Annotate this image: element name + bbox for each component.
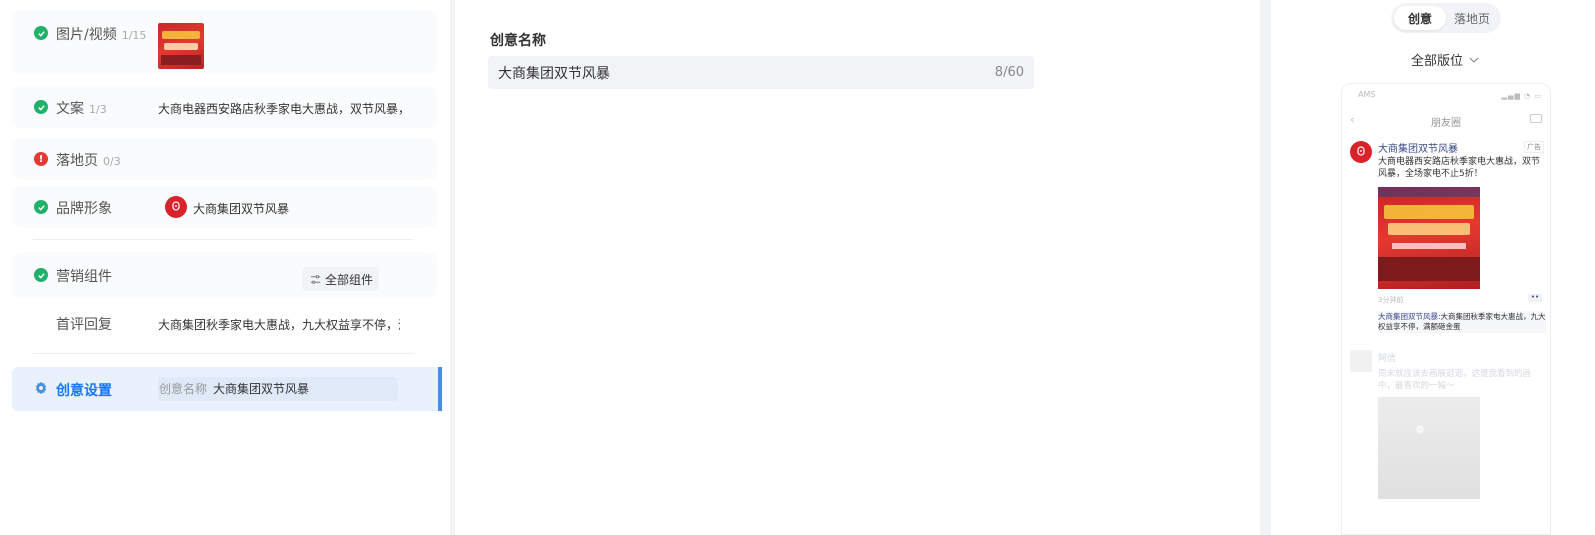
creative-name-summary: 创意名称 大商集团双节风暴 <box>158 377 398 401</box>
preview-tabs: 创意 落地页 <box>1391 3 1501 33</box>
media-thumbnail[interactable] <box>158 23 204 69</box>
gear-icon <box>35 381 47 395</box>
preview-panel: 创意 落地页 全部版位 AMS ▂▄▆ ◔ ▭ ‹ 朋友圈 大商集团双节风暴 广… <box>1271 0 1595 535</box>
friend-post-text: 周末就应该去画展逛逛，这是我看到的画中，最喜欢的一幅～ <box>1378 369 1532 391</box>
creative-name-input-value: 大商集团双节风暴 <box>498 65 610 82</box>
copy-label: 文案 1/3 <box>56 101 107 117</box>
creative-setting-row[interactable]: 创意设置 创意名称 大商集团双节风暴 <box>12 367 442 411</box>
preview-brand-name: 大商集团双节风暴 <box>1378 144 1458 155</box>
all-components-label: 全部组件 <box>325 272 374 287</box>
preview-nav-title: 朋友圈 <box>1431 118 1461 129</box>
friend-avatar <box>1350 350 1372 372</box>
status-carrier: AMS <box>1358 90 1376 99</box>
landing-label: 落地页 0/3 <box>56 153 121 169</box>
tab-creative[interactable]: 创意 <box>1394 6 1446 30</box>
warning-icon: ! <box>34 152 48 166</box>
tab-landing-page[interactable]: 落地页 <box>1446 6 1498 30</box>
creative-name-value: 大商集团双节风暴 <box>213 382 310 396</box>
brand-avatar <box>1350 141 1372 163</box>
creative-name-title: 创意名称 <box>490 33 546 49</box>
first-reply-row[interactable]: 首评回复 大商集团秋季家电大惠战，九大权益享不停，满 <box>12 302 437 344</box>
preview-ad-text: 大商电器西安路店秋季家电大惠战，双节风暴，全场家电不止5折！ <box>1378 157 1541 179</box>
preview-ad-image <box>1378 187 1480 289</box>
creative-name-key: 创意名称 <box>159 382 208 396</box>
brand-row[interactable]: 品牌形象 大商集团双节风暴 <box>12 186 437 228</box>
copy-value: 大商电器西安路店秋季家电大惠战，双节风暴， <box>158 102 411 116</box>
divider <box>33 239 413 240</box>
check-icon <box>34 200 48 214</box>
friend-post-image <box>1378 397 1480 499</box>
status-icons: ▂▄▆ ◔ ▭ <box>1501 92 1542 100</box>
first-reply-label: 首评回复 <box>56 317 112 333</box>
preview-time: 3分钟前 <box>1378 296 1404 304</box>
chevron-down-icon <box>1469 57 1479 63</box>
creative-components-panel: 图片/视频 1/15 文案 1/3 大商电器西安路店秋季家电大惠战，双节风暴， ! … <box>0 0 450 535</box>
char-count: 8/60 <box>994 65 1024 80</box>
copy-count: 1/3 <box>89 103 107 116</box>
creative-name-input[interactable]: 大商集团双节风暴 8/60 <box>488 56 1034 89</box>
check-icon <box>34 100 48 114</box>
creative-setting-label: 创意设置 <box>56 383 112 399</box>
more-icon: •• <box>1528 294 1542 302</box>
divider <box>33 353 413 354</box>
media-label: 图片/视频 1/15 <box>56 27 147 43</box>
brand-logo-icon <box>165 196 187 218</box>
check-icon <box>34 26 48 40</box>
media-count: 1/15 <box>121 29 147 42</box>
camera-icon <box>1530 114 1542 123</box>
position-select-value: 全部版位 <box>1411 54 1464 69</box>
landing-row[interactable]: ! 落地页 0/3 <box>12 138 437 180</box>
preview-comment: 大商集团双节风暴:大商集团秋季家电大惠战，九大权益享不停，满额砸金蛋 <box>1378 311 1546 333</box>
brand-value: 大商集团双节风暴 <box>193 202 290 216</box>
filter-icon <box>310 274 321 284</box>
media-row[interactable]: 图片/视频 1/15 <box>12 10 437 74</box>
moments-preview: AMS ▂▄▆ ◔ ▭ ‹ 朋友圈 大商集团双节风暴 广告 大商电器西安路店秋季… <box>1341 83 1551 535</box>
ad-tag: 广告 <box>1524 141 1544 153</box>
all-components-button[interactable]: 全部组件 <box>302 267 380 291</box>
copy-row[interactable]: 文案 1/3 大商电器西安路店秋季家电大惠战，双节风暴， <box>12 86 437 128</box>
landing-count: 0/3 <box>103 155 121 168</box>
brand-label: 品牌形象 <box>56 201 112 217</box>
marketing-label: 营销组件 <box>56 269 112 285</box>
comment-user: 大商集团双节风暴: <box>1378 312 1441 321</box>
friend-name: 阿信 <box>1378 354 1397 364</box>
first-reply-value: 大商集团秋季家电大惠战，九大权益享不停，满 <box>158 318 400 332</box>
ad-creative-editor: 图片/视频 1/15 文案 1/3 大商电器西安路店秋季家电大惠战，双节风暴， ! … <box>0 0 1595 535</box>
position-select[interactable]: 全部版位 <box>1411 50 1479 69</box>
creative-setting-form: 创意名称 大商集团双节风暴 8/60 <box>455 0 1260 535</box>
check-icon <box>34 268 48 282</box>
active-indicator <box>438 367 442 411</box>
